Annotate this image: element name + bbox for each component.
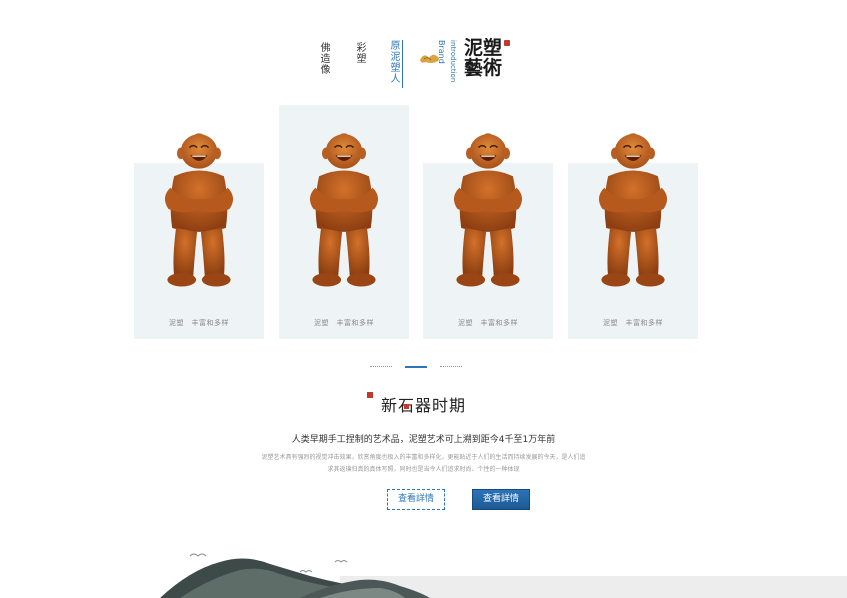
section-body: 泥塑艺术具有强烈的视觉冲击效果，欣赏角度也极入的丰富和多样化，更能贴近于人们的生…: [215, 452, 632, 476]
nav-item-painted-sculpture[interactable]: 彩塑: [354, 42, 365, 64]
logo-seal: [504, 40, 510, 46]
clay-statue-image: [440, 115, 536, 301]
product-card[interactable]: 泥塑 丰富和多样: [134, 133, 264, 339]
site-logo-text[interactable]: 泥塑藝術: [464, 38, 504, 78]
nav-item-clay-figures[interactable]: 原泥塑人: [388, 40, 399, 84]
section-subtitle: 人类早期手工捏制的艺术品，泥塑艺术可上溯到距今4千至1万年前: [291, 435, 556, 445]
ink-mountains-illustration: [160, 553, 430, 598]
product-card[interactable]: 泥塑 丰富和多样: [568, 133, 698, 339]
clay-statue-image: [585, 115, 681, 301]
nav-item-buddha-statues[interactable]: 佛造像: [318, 42, 329, 75]
section-body-line-2: 求其返璞归真的真体写照，同时也是当今人们追求时尚、个性的一种体现: [327, 466, 520, 473]
nav-item-clay-figures-label: 泥塑人: [388, 51, 399, 84]
pager-dot-3[interactable]: [440, 366, 462, 368]
brand-title-english[interactable]: Brand: [437, 40, 446, 64]
brand-subtitle-english: introduction: [449, 40, 457, 83]
nav-divider: [402, 40, 403, 88]
nav-prefix: 原: [388, 40, 399, 51]
pager-dot-1[interactable]: [370, 366, 392, 368]
view-details-solid-button[interactable]: 查看詳情: [472, 489, 530, 510]
section-body-line-1: 泥塑艺术具有强烈的视觉冲击效果，欣赏角度也极入的丰富和多样化，更能贴近于人们的生…: [261, 454, 586, 461]
section-title: 新石器时期: [380, 396, 466, 415]
card-label: 泥塑 丰富和多样: [458, 319, 518, 327]
title-seal-small-icon: [404, 404, 409, 409]
card-label: 泥塑 丰富和多样: [314, 319, 374, 327]
view-details-outline-button[interactable]: 查看詳情: [387, 489, 445, 510]
card-label: 泥塑 丰富和多样: [603, 319, 663, 327]
product-card[interactable]: 泥塑 丰富和多样: [423, 133, 553, 339]
product-card[interactable]: 泥塑 丰富和多样: [279, 105, 409, 339]
clay-statue-image: [151, 115, 247, 301]
card-label: 泥塑 丰富和多样: [169, 319, 229, 327]
header: 佛造像 彩塑 原泥塑人 Brand introduction 泥塑藝術: [0, 0, 847, 100]
pager-dot-2[interactable]: [405, 366, 427, 369]
clay-statue-image: [296, 115, 392, 301]
carousel-pager: [370, 366, 462, 368]
